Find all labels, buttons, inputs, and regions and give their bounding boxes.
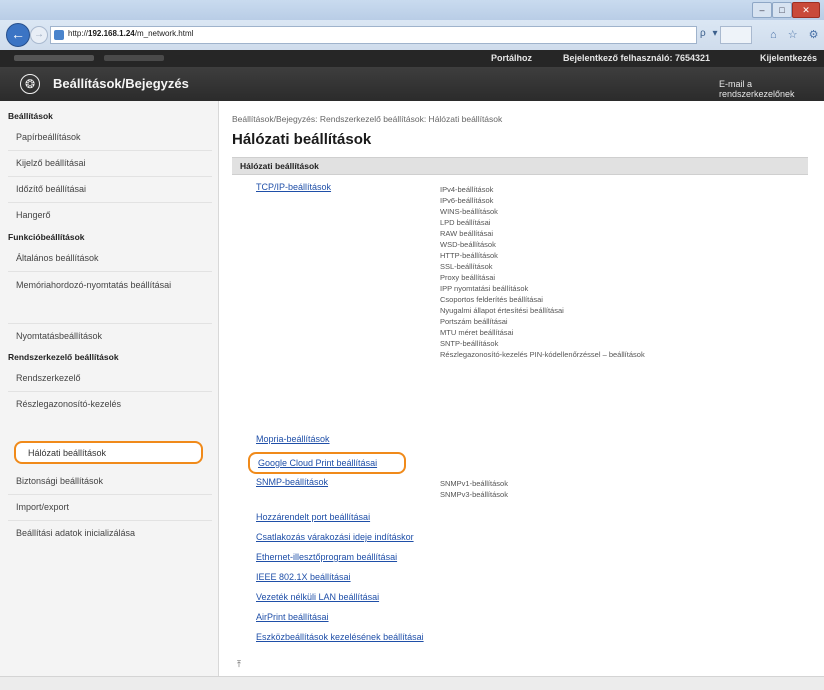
divider xyxy=(8,271,212,272)
tcpip-subitem: SSL-beállítások xyxy=(440,262,493,271)
browser-window: – □ ✕ ← → http://192.168.1.24/m_network.… xyxy=(0,0,824,690)
url-host: 192.168.1.24 xyxy=(88,29,135,38)
device-info-blurred xyxy=(104,55,164,61)
tcpip-subitem: SNTP-beállítások xyxy=(440,339,499,348)
divider xyxy=(8,202,212,203)
page-title: Hálózati beállítások xyxy=(232,131,372,148)
sidebar-item-security[interactable]: Biztonsági beállítások xyxy=(16,475,206,488)
status-bar xyxy=(0,676,824,690)
tcpip-subitem: IPv4-beállítások xyxy=(440,185,494,194)
top-bar: Portálhoz Bejelentkező felhasználó: 7654… xyxy=(0,50,824,67)
sidebar-item-department-id[interactable]: Részlegazonosító-kezelés xyxy=(16,398,206,411)
device-name-blurred xyxy=(14,55,94,61)
divider xyxy=(8,150,212,151)
portal-link[interactable]: Portálhoz xyxy=(491,53,532,63)
divider xyxy=(8,520,212,521)
sidebar-item-memory-media[interactable]: Memóriahordozó-nyomtatás beállításai xyxy=(16,279,206,292)
settings-link[interactable]: Csatlakozás várakozási ideje indításkor xyxy=(256,532,414,542)
settings-link[interactable]: Eszközbeállítások kezelésének beállítása… xyxy=(256,632,424,642)
url-prefix: http:// xyxy=(68,29,89,38)
back-to-top-icon[interactable]: ⤒ xyxy=(237,659,241,670)
sidebar-item-timer[interactable]: Időzítő beállításai xyxy=(16,183,206,196)
tcpip-subitem: HTTP-beállítások xyxy=(440,251,498,260)
settings-link[interactable]: Ethernet-illesztőprogram beállításai xyxy=(256,552,397,562)
tcpip-subitem: IPv6-beállítások xyxy=(440,196,494,205)
sidebar-heading-admin: Rendszerkezelő beállítások xyxy=(8,352,119,362)
settings-link[interactable]: Hozzárendelt port beállításai xyxy=(256,512,370,522)
settings-link[interactable]: Vezeték nélküli LAN beállításai xyxy=(256,592,379,602)
section-header: Hálózati beállítások xyxy=(232,157,808,175)
snmp-subitem: SNMPv3-beállítások xyxy=(440,490,508,499)
email-admin-link[interactable]: E-mail a rendszerkezelőnek xyxy=(719,79,824,99)
login-user-text: Bejelentkező felhasználó: 7654321 xyxy=(563,53,711,63)
address-bar[interactable]: http://192.168.1.24/m_network.html xyxy=(50,26,697,44)
app-title: Beállítások/Bejegyzés xyxy=(53,76,189,91)
sidebar-heading-function: Funkcióbeállítások xyxy=(8,232,85,242)
sidebar-item-volume[interactable]: Hangerő xyxy=(16,209,206,222)
sidebar-item-administrator[interactable]: Rendszerkezelő xyxy=(16,372,206,385)
google-cloud-print-link[interactable]: Google Cloud Print beállításai xyxy=(248,452,406,474)
sidebar-item-initialize[interactable]: Beállítási adatok inicializálása xyxy=(16,527,206,540)
tcpip-subitem: Portszám beállításai xyxy=(440,317,508,326)
settings-link[interactable]: AirPrint beállításai xyxy=(256,612,329,622)
divider xyxy=(8,391,212,392)
tcpip-subitem: WINS-beállítások xyxy=(440,207,498,216)
url-path: /m_network.html xyxy=(134,29,194,38)
app-header: ❂ Beállítások/Bejegyzés E-mail a rendsze… xyxy=(0,67,824,101)
settings-gear-icon: ❂ xyxy=(20,74,40,94)
tcpip-subitem: Részlegazonosító-kezelés PIN-kódellenőrz… xyxy=(440,350,645,359)
tcpip-subitem: Csoportos felderítés beállításai xyxy=(440,295,543,304)
tcpip-subitem: WSD-beállítások xyxy=(440,240,496,249)
sidebar-item-print[interactable]: Nyomtatásbeállítások xyxy=(16,330,206,343)
address-bar-row: ← → http://192.168.1.24/m_network.html ρ… xyxy=(0,20,824,50)
title-bar: – □ ✕ xyxy=(0,0,824,20)
sidebar: Beállítások Papírbeállítások Kijelző beá… xyxy=(0,101,219,690)
sidebar-item-paper[interactable]: Papírbeállítások xyxy=(16,131,206,144)
logout-link[interactable]: Kijelentkezés xyxy=(760,53,817,63)
sidebar-item-import-export[interactable]: Import/export xyxy=(16,501,206,514)
page-icon xyxy=(54,30,64,40)
divider xyxy=(8,176,212,177)
sidebar-item-display[interactable]: Kijelző beállításai xyxy=(16,157,206,170)
breadcrumb: Beállítások/Bejegyzés: Rendszerkezelő be… xyxy=(232,114,503,124)
minimize-button[interactable]: – xyxy=(752,2,772,18)
snmp-settings-link[interactable]: SNMP-beállítások xyxy=(256,477,328,487)
snmp-subitem: SNMPv1-beállítások xyxy=(440,479,508,488)
maximize-button[interactable]: □ xyxy=(772,2,792,18)
back-arrow-icon[interactable]: ← xyxy=(6,23,30,47)
home-star-gear-icon[interactable]: ⌂ ☆ ⚙ xyxy=(770,28,822,41)
sidebar-heading-settings: Beállítások xyxy=(8,111,53,121)
close-button[interactable]: ✕ xyxy=(792,2,820,18)
browser-tab[interactable] xyxy=(720,26,752,44)
tcpip-subitem: Nyugalmi állapot értesítési beállításai xyxy=(440,306,564,315)
tcpip-subitem: MTU méret beállításai xyxy=(440,328,514,337)
divider xyxy=(8,323,212,324)
divider xyxy=(8,494,212,495)
tcpip-subitem: IPP nyomtatási beállítások xyxy=(440,284,529,293)
tcpip-subitem: RAW beállításai xyxy=(440,229,494,238)
tcpip-subitem: Proxy beállításai xyxy=(440,273,496,282)
tcpip-settings-link[interactable]: TCP/IP-beállítások xyxy=(256,182,331,192)
sidebar-item-network[interactable]: Hálózati beállítások xyxy=(14,441,203,464)
section-title: Hálózati beállítások xyxy=(240,161,319,171)
forward-arrow-icon[interactable]: → xyxy=(30,26,48,44)
sidebar-item-general[interactable]: Általános beállítások xyxy=(16,252,206,265)
mopria-settings-link[interactable]: Mopria-beállítások xyxy=(256,434,330,444)
tcpip-subitem: LPD beállításai xyxy=(440,218,491,227)
settings-link[interactable]: IEEE 802.1X beállításai xyxy=(256,572,351,582)
url-text: http://192.168.1.24/m_network.html xyxy=(68,29,193,38)
